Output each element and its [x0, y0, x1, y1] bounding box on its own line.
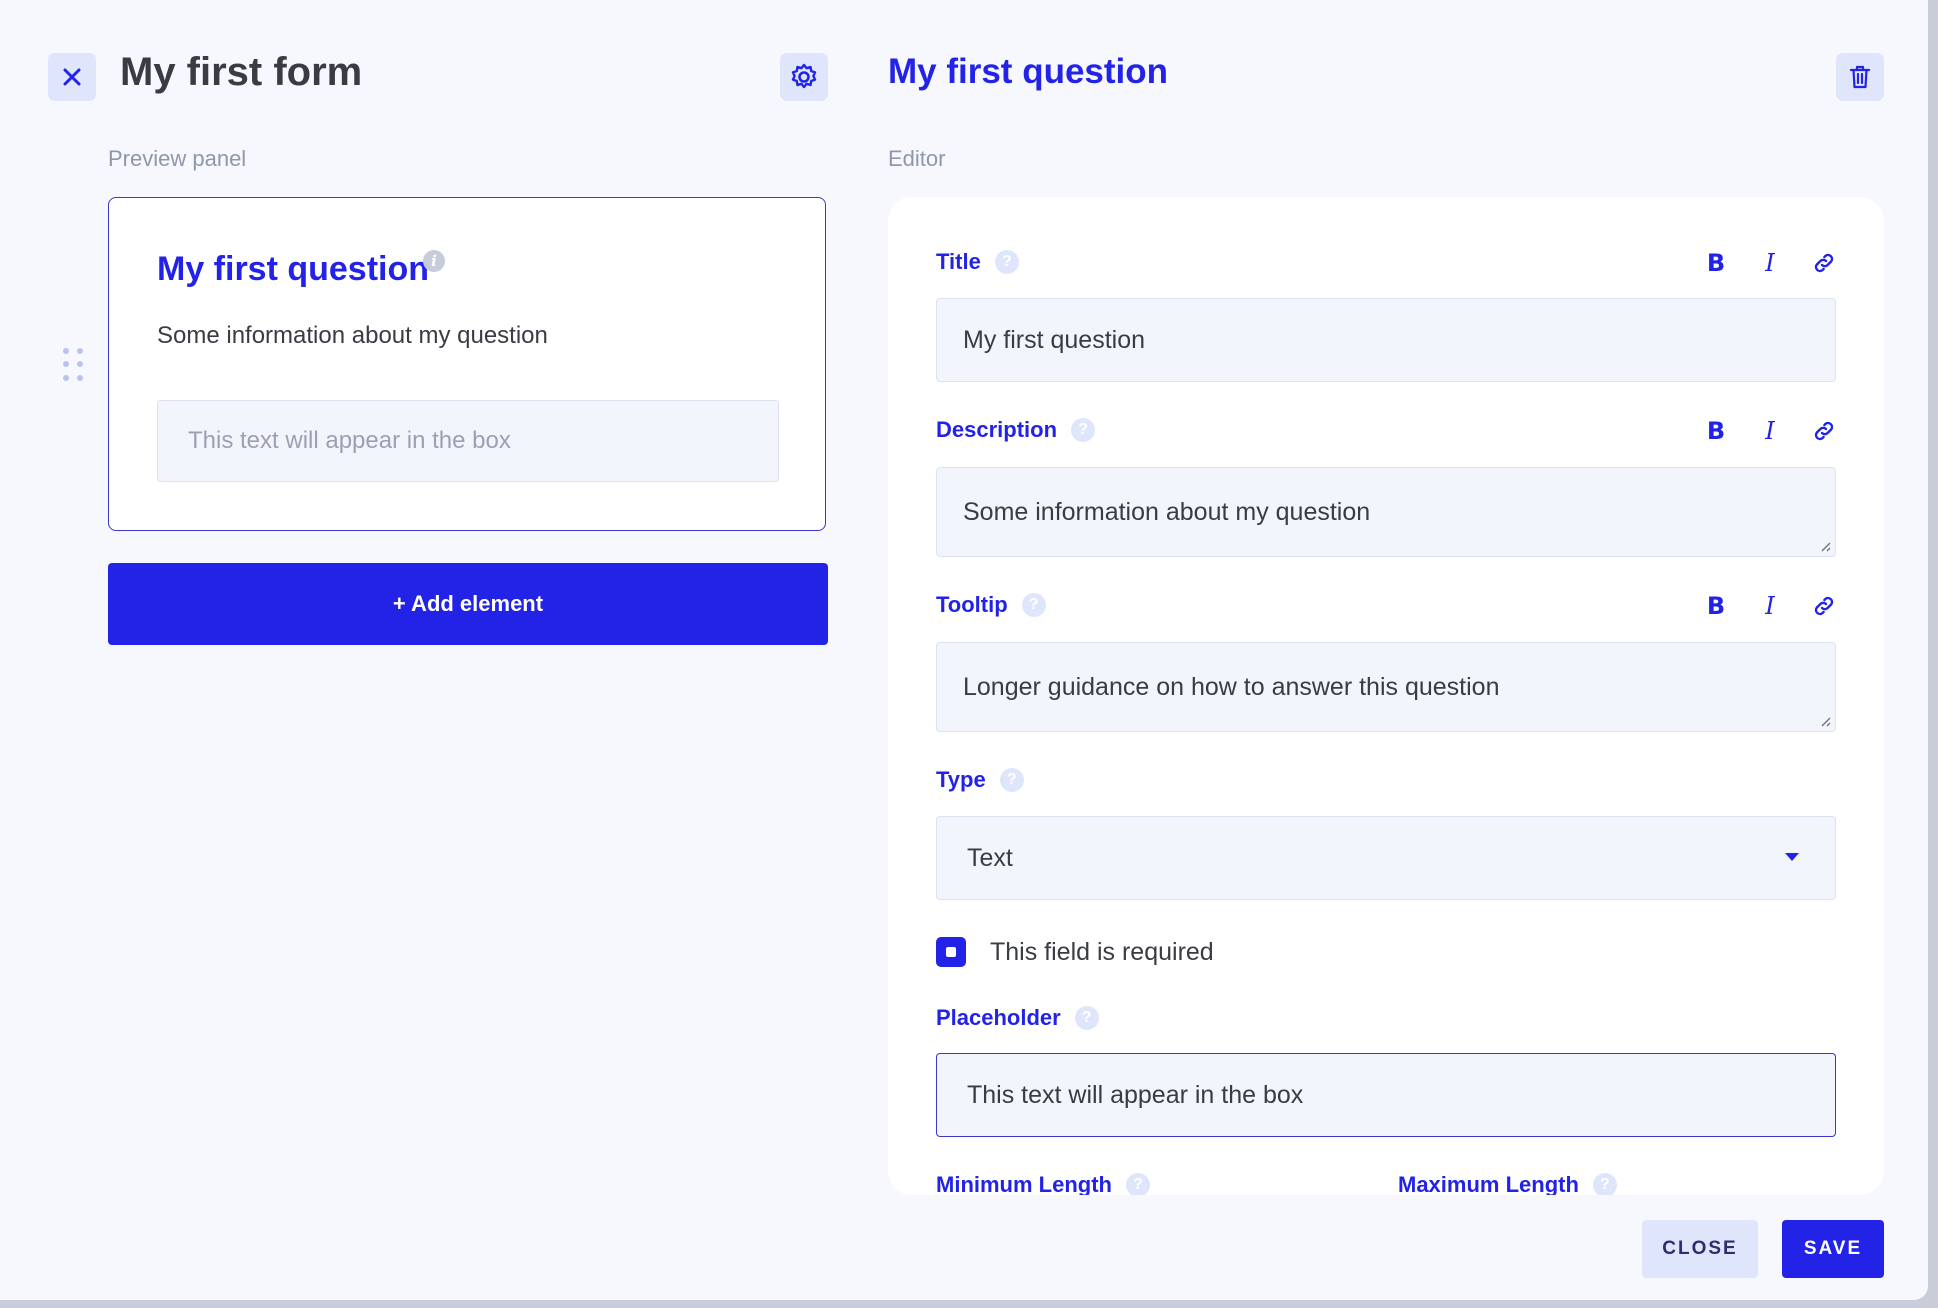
description-textarea[interactable]: Some information about my question	[936, 467, 1836, 557]
placeholder-input[interactable]: This text will appear in the box	[936, 1053, 1836, 1137]
close-button[interactable]: CLOSE	[1642, 1220, 1758, 1278]
editor-card: Title ? B I My first question Descriptio…	[888, 197, 1884, 1195]
help-icon[interactable]: ?	[1071, 418, 1096, 442]
help-icon[interactable]: ?	[1021, 593, 1046, 617]
tooltip-textarea[interactable]: Longer guidance on how to answer this qu…	[936, 642, 1836, 732]
question-preview-card[interactable]: My first question i Some information abo…	[108, 197, 826, 531]
help-icon[interactable]: ?	[1125, 1173, 1150, 1195]
max-length-field-label: Maximum Length ?	[1398, 1172, 1617, 1195]
preview-panel-label: Preview panel	[108, 146, 247, 171]
description-value: Some information about my question	[963, 497, 1371, 526]
placeholder-field-label: Placeholder ?	[936, 1005, 1099, 1031]
resize-handle-icon[interactable]	[1819, 540, 1831, 552]
type-select[interactable]: Text	[936, 816, 1836, 900]
help-icon[interactable]: ?	[1074, 1006, 1099, 1030]
editor-label: Editor	[888, 146, 946, 171]
link-icon	[1814, 253, 1834, 273]
link-button[interactable]	[1812, 592, 1836, 620]
italic-button[interactable]: I	[1758, 592, 1782, 620]
info-icon[interactable]: i	[423, 250, 445, 272]
bold-button[interactable]: B	[1704, 417, 1728, 445]
title-format-toolbar: B I	[1704, 249, 1836, 277]
save-button[interactable]: SAVE	[1782, 1220, 1884, 1278]
placeholder-label-text: Placeholder	[936, 1005, 1061, 1030]
tooltip-value: Longer guidance on how to answer this qu…	[963, 672, 1500, 701]
trash-icon	[1849, 65, 1871, 89]
title-label-text: Title	[936, 249, 981, 274]
form-builder-modal: My first form My first question Preview …	[0, 0, 1928, 1300]
min-length-label-text: Minimum Length	[936, 1172, 1112, 1195]
min-length-field-label: Minimum Length ?	[936, 1172, 1150, 1195]
delete-question-button[interactable]	[1836, 53, 1884, 101]
description-field-label: Description ?	[936, 417, 1096, 443]
bold-button[interactable]: B	[1704, 592, 1728, 620]
preview-question-title: My first question	[157, 250, 430, 288]
help-icon[interactable]: ?	[994, 250, 1019, 274]
link-icon	[1814, 596, 1834, 616]
required-checkbox[interactable]	[936, 937, 966, 967]
tooltip-field-label: Tooltip ?	[936, 592, 1046, 618]
preview-question-description: Some information about my question	[157, 322, 548, 349]
drag-handle-icon[interactable]	[63, 348, 83, 382]
max-length-label-text: Maximum Length	[1398, 1172, 1579, 1195]
link-button[interactable]	[1812, 417, 1836, 445]
description-format-toolbar: B I	[1704, 417, 1836, 445]
help-icon[interactable]: ?	[1592, 1173, 1617, 1195]
preview-text-input[interactable]: This text will appear in the box	[157, 400, 779, 482]
form-title: My first form	[120, 50, 363, 94]
description-label-text: Description	[936, 417, 1058, 442]
editor-panel-title: My first question	[888, 52, 1169, 91]
tooltip-label-text: Tooltip	[936, 592, 1008, 617]
chevron-down-icon	[1785, 853, 1799, 861]
type-label-text: Type	[936, 767, 986, 792]
gear-icon	[791, 63, 817, 89]
tooltip-format-toolbar: B I	[1704, 592, 1836, 620]
type-selected-value: Text	[967, 843, 1013, 872]
help-icon[interactable]: ?	[999, 768, 1024, 792]
title-field-label: Title ?	[936, 249, 1019, 275]
add-element-button[interactable]: + Add element	[108, 563, 828, 645]
required-checkbox-label: This field is required	[990, 938, 1214, 966]
close-form-button[interactable]	[48, 53, 96, 101]
close-icon	[63, 68, 81, 86]
form-settings-button[interactable]	[780, 53, 828, 101]
title-input[interactable]: My first question	[936, 298, 1836, 382]
link-button[interactable]	[1812, 249, 1836, 277]
bold-button[interactable]: B	[1704, 249, 1728, 277]
resize-handle-icon[interactable]	[1819, 715, 1831, 727]
type-field-label: Type ?	[936, 767, 1024, 793]
italic-button[interactable]: I	[1758, 417, 1782, 445]
italic-button[interactable]: I	[1758, 249, 1782, 277]
link-icon	[1814, 421, 1834, 441]
